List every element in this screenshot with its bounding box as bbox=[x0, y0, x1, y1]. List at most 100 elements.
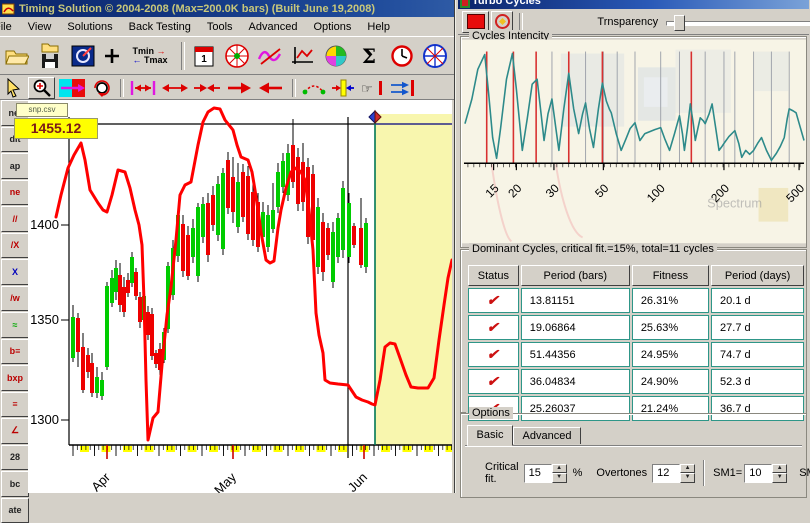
status-cell[interactable]: ✔ bbox=[468, 342, 519, 367]
options-controls: Critical fit. 15 ▲▼ % Overtones 12 ▲▼ SM… bbox=[461, 458, 806, 488]
hand-to-bar-button[interactable]: ☞ bbox=[358, 78, 386, 98]
period-bars-cell: 51.44356 bbox=[521, 342, 630, 367]
dominant-cycles-group: Dominant Cycles, critical fit.=15%, tota… bbox=[460, 249, 807, 413]
drawing-tool-button-28[interactable]: 28 bbox=[1, 445, 29, 471]
turbo-window-icon bbox=[460, 0, 470, 8]
spin-down-icon[interactable]: ▼ bbox=[680, 473, 695, 483]
menu-view[interactable]: View bbox=[20, 19, 60, 35]
add-icon[interactable] bbox=[101, 40, 123, 72]
col-period-bars[interactable]: Period (bars) bbox=[521, 265, 630, 286]
col-period-days[interactable]: Period (days) bbox=[711, 265, 804, 286]
arc-markers-button[interactable] bbox=[300, 78, 328, 98]
sm1-spinner[interactable]: 10 ▲▼ bbox=[744, 464, 787, 483]
status-cell[interactable]: ✔ bbox=[468, 369, 519, 394]
transparency-slider[interactable] bbox=[666, 14, 809, 30]
chart-axes-button[interactable] bbox=[288, 40, 318, 72]
sigma-icon: Σ bbox=[362, 44, 376, 68]
check-icon: ✔ bbox=[485, 346, 501, 363]
price-chart-svg[interactable]: 140013501300AprMayJun bbox=[28, 100, 452, 493]
menu-solutions[interactable]: Solutions bbox=[59, 19, 120, 35]
arrow-left-icon: ← bbox=[132, 55, 141, 65]
tmin-tmax-button[interactable]: Tmin → ← Tmax bbox=[126, 40, 174, 72]
download-quotes-button[interactable] bbox=[68, 40, 98, 72]
drawing-tool-button-ap[interactable]: ap bbox=[1, 153, 29, 179]
cycles-intensity-chart[interactable]: Spectrum15203050100200500 bbox=[462, 39, 806, 244]
shift-right-button[interactable] bbox=[224, 78, 254, 98]
table-row[interactable]: ✔ 19.06864 25.63% 27.7 d bbox=[468, 315, 804, 340]
save-button[interactable] bbox=[35, 40, 65, 72]
drawing-tool-button-ate[interactable]: ate bbox=[1, 498, 29, 523]
drawing-tool-button-//[interactable]: // bbox=[1, 206, 29, 232]
spin-up-icon[interactable]: ▲ bbox=[772, 464, 787, 474]
open-file-button[interactable] bbox=[2, 40, 32, 72]
menu-options[interactable]: Options bbox=[305, 19, 359, 35]
zoom-reset-button[interactable] bbox=[89, 78, 114, 98]
stretch-horizontal-button[interactable] bbox=[160, 78, 190, 98]
clock-button[interactable] bbox=[387, 40, 417, 72]
check-icon: ✔ bbox=[485, 373, 501, 390]
transparency-label: Trnsparency bbox=[597, 16, 658, 28]
slider-track[interactable] bbox=[666, 21, 810, 26]
blue-wheel-button[interactable] bbox=[420, 40, 450, 72]
table-row[interactable]: ✔ 13.81151 26.31% 20.1 d bbox=[468, 288, 804, 313]
split-bar-button[interactable] bbox=[330, 78, 356, 98]
menu-help[interactable]: Help bbox=[359, 19, 398, 35]
data-file-label: snp.csv bbox=[16, 103, 68, 117]
spin-down-icon[interactable]: ▼ bbox=[552, 473, 567, 483]
shift-left-button[interactable] bbox=[256, 78, 286, 98]
menu-advanced[interactable]: Advanced bbox=[241, 19, 306, 35]
spin-up-icon[interactable]: ▲ bbox=[552, 464, 567, 474]
spin-down-icon[interactable]: ▼ bbox=[772, 473, 787, 483]
spin-up-icon[interactable]: ▲ bbox=[680, 464, 695, 474]
drawing-tool-button-/w[interactable]: /w bbox=[1, 286, 29, 312]
options-title: Options bbox=[469, 407, 513, 419]
period-days-cell: 20.1 d bbox=[711, 288, 804, 313]
calendar-button[interactable]: 1 bbox=[189, 40, 219, 72]
drawing-tool-button-ne[interactable]: ne bbox=[1, 180, 29, 206]
fitness-cell: 24.90% bbox=[632, 369, 709, 394]
tab-advanced[interactable]: Advanced bbox=[513, 427, 581, 444]
table-header-row: Status Period (bars) Fitness Period (day… bbox=[468, 265, 804, 286]
col-fitness[interactable]: Fitness bbox=[632, 265, 709, 286]
drawing-tool-button-≈[interactable]: ≈ bbox=[1, 312, 29, 338]
expand-range-button[interactable] bbox=[128, 78, 158, 98]
drawing-tool-button-X[interactable]: X bbox=[1, 259, 29, 285]
fitness-cell: 25.63% bbox=[632, 315, 709, 340]
status-cell[interactable]: ✔ bbox=[468, 288, 519, 313]
status-cell[interactable]: ✔ bbox=[468, 315, 519, 340]
menu-tools[interactable]: Tools bbox=[199, 19, 241, 35]
toolbar-separator bbox=[120, 79, 124, 97]
color-marker-button[interactable] bbox=[57, 78, 87, 98]
menu-file[interactable]: File bbox=[0, 19, 20, 35]
ring-icon bbox=[495, 14, 510, 29]
drawing-tool-button-≡[interactable]: ≡ bbox=[1, 392, 29, 418]
drawing-tool-button-∠[interactable]: ∠ bbox=[1, 418, 29, 444]
menu-back-testing[interactable]: Back Testing bbox=[121, 19, 199, 35]
sum-button[interactable]: Σ bbox=[354, 40, 384, 72]
zoom-in-button[interactable] bbox=[28, 77, 55, 99]
turbo-title-text: Turbo Cycles bbox=[472, 0, 541, 7]
window-title: Timing Solution © 2004-2008 (Max=200.0K … bbox=[19, 3, 375, 15]
sphere-button[interactable] bbox=[321, 40, 351, 72]
slider-thumb[interactable] bbox=[674, 15, 685, 31]
overtones-spinner[interactable]: 12 ▲▼ bbox=[652, 464, 695, 483]
turbo-cycles-window: Turbo Cycles Trnsparency Cycles Intencit… bbox=[455, 0, 810, 493]
options-group: Options Basic Advanced Critical fit. 15 … bbox=[460, 413, 807, 498]
arrows-to-bar-button[interactable] bbox=[388, 78, 418, 98]
table-row[interactable]: ✔ 51.44356 24.95% 74.7 d bbox=[468, 342, 804, 367]
astro-wheel-button[interactable] bbox=[222, 40, 252, 72]
turbo-titlebar[interactable]: Turbo Cycles bbox=[458, 0, 809, 9]
dominant-cycles-title: Dominant Cycles, critical fit.=15%, tota… bbox=[469, 243, 717, 255]
drawing-tool-button-b≡[interactable]: b≡ bbox=[1, 339, 29, 365]
period-days-cell: 27.7 d bbox=[711, 315, 804, 340]
compress-horizontal-button[interactable] bbox=[192, 78, 222, 98]
drawing-tool-button-/X[interactable]: /X bbox=[1, 233, 29, 259]
wave-tool-button[interactable] bbox=[255, 40, 285, 72]
drawing-tool-button-bxp[interactable]: bxp bbox=[1, 365, 29, 391]
cursor-tool-button[interactable] bbox=[1, 78, 26, 98]
col-status[interactable]: Status bbox=[468, 265, 519, 286]
critical-fit-spinner[interactable]: 15 ▲▼ bbox=[524, 464, 567, 483]
options-separator bbox=[703, 460, 705, 486]
tab-basic[interactable]: Basic bbox=[467, 425, 513, 446]
table-row[interactable]: ✔ 36.04834 24.90% 52.3 d bbox=[468, 369, 804, 394]
